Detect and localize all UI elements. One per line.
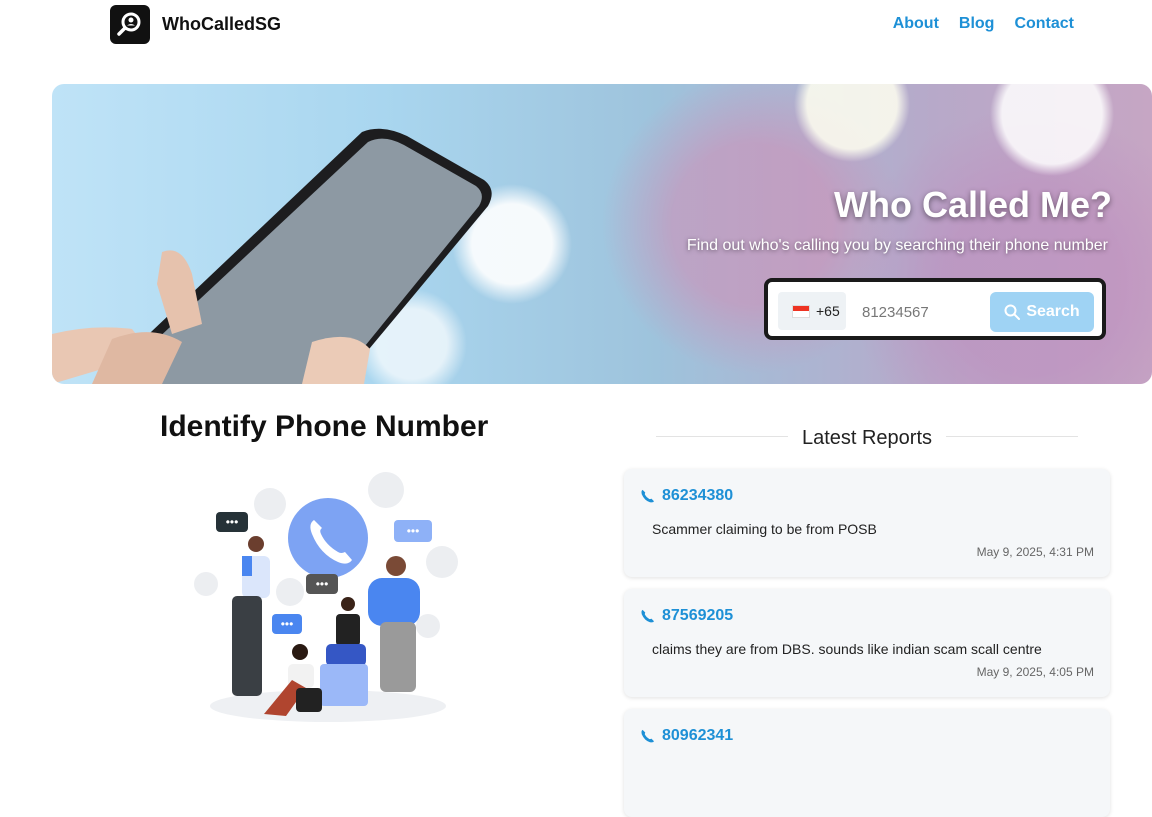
report-phone-link[interactable]: 86234380 xyxy=(640,487,733,505)
phone-search-form: +65 Search xyxy=(764,278,1106,340)
people-calling-illustration: ••• ••• ••• ••• xyxy=(194,472,458,722)
nav-about-link[interactable]: About xyxy=(893,15,939,33)
report-card[interactable]: 86234380 Scammer claiming to be from POS… xyxy=(624,469,1110,577)
latest-reports-title: Latest Reports xyxy=(801,427,933,449)
report-phone-link[interactable]: 87569205 xyxy=(640,607,733,625)
svg-text:•••: ••• xyxy=(281,617,294,631)
country-code-selector[interactable]: +65 xyxy=(778,292,846,330)
logo-icon[interactable] xyxy=(110,5,150,44)
nav-contact-link[interactable]: Contact xyxy=(1014,15,1074,33)
hero-banner: Who Called Me? Find out who's calling yo… xyxy=(52,84,1152,384)
search-button-label: Search xyxy=(1026,303,1080,320)
report-description: Scammer claiming to be from POSB xyxy=(652,521,877,537)
search-icon xyxy=(1004,304,1021,320)
search-button[interactable]: Search xyxy=(990,292,1094,332)
main-nav: About Blog Contact xyxy=(893,15,1074,33)
report-timestamp: May 9, 2025, 4:31 PM xyxy=(976,545,1094,559)
phone-icon xyxy=(641,609,654,623)
phone-icon xyxy=(641,489,654,503)
svg-text:•••: ••• xyxy=(226,515,239,529)
report-description: claims they are from DBS. sounds like in… xyxy=(652,641,1042,657)
report-phone-number: 86234380 xyxy=(662,487,734,504)
report-phone-number: 80962341 xyxy=(662,727,734,744)
hero-subtitle: Find out who's calling you by searching … xyxy=(686,237,1108,254)
report-card[interactable]: 87569205 claims they are from DBS. sound… xyxy=(624,589,1110,697)
report-card[interactable]: 80962341 xyxy=(624,709,1110,817)
hero-phone-image xyxy=(52,128,492,384)
report-phone-number: 87569205 xyxy=(662,607,734,624)
singapore-flag-icon xyxy=(792,304,810,318)
nav-blog-link[interactable]: Blog xyxy=(959,15,995,33)
report-phone-link[interactable]: 80962341 xyxy=(640,727,733,745)
phone-number-input[interactable] xyxy=(852,294,1004,330)
divider-right xyxy=(946,436,1078,437)
phone-icon xyxy=(641,729,654,743)
svg-text:•••: ••• xyxy=(407,524,420,538)
report-timestamp: May 9, 2025, 4:05 PM xyxy=(976,665,1094,679)
hero-title: Who Called Me? xyxy=(834,184,1112,225)
latest-reports-header: Latest Reports xyxy=(656,425,1078,451)
identify-title: Identify Phone Number xyxy=(160,410,489,443)
svg-text:•••: ••• xyxy=(316,577,329,591)
country-code-label: +65 xyxy=(816,303,840,319)
brand-name[interactable]: WhoCalledSG xyxy=(162,14,281,35)
